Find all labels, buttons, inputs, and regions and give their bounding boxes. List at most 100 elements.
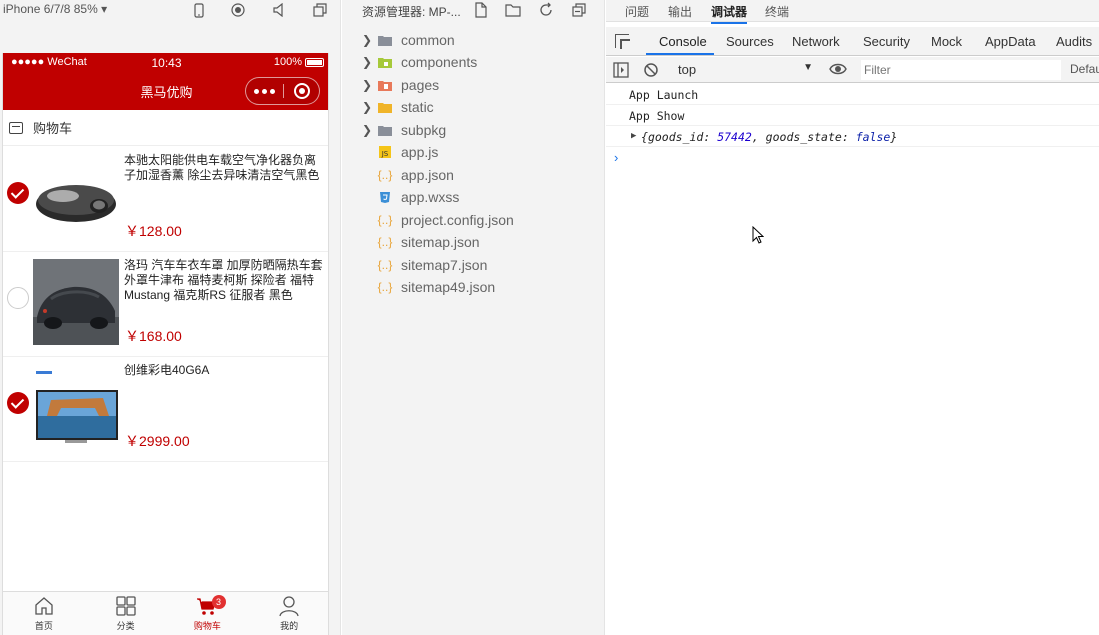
- goods-item[interactable]: 本驰太阳能供电车载空气净化器负离子加湿香薰 除尘去异味清洁空气黑色 ￥128.0…: [3, 147, 328, 252]
- file-app-js[interactable]: JS app.js: [342, 141, 604, 163]
- json-file-icon: {..}: [377, 168, 393, 182]
- tree-label: project.config.json: [401, 212, 514, 228]
- pages-folder-icon: [378, 79, 392, 91]
- chevron-right-icon: ❯: [362, 55, 373, 69]
- tree-label: sitemap7.json: [401, 257, 488, 273]
- chevron-right-icon: ❯: [362, 78, 373, 92]
- folder-icon: [378, 34, 392, 46]
- filter-input[interactable]: [861, 60, 1061, 80]
- goods-price: ￥128.00: [125, 223, 182, 239]
- tab-terminal[interactable]: 终端: [765, 3, 789, 20]
- goods-image-car-cover[interactable]: [33, 259, 119, 345]
- folder-subpkg[interactable]: ❯ subpkg: [342, 119, 604, 141]
- goods-name: 本驰太阳能供电车载空气净化器负离子加湿香薰 除尘去异味清洁空气黑色: [124, 153, 320, 182]
- tab-network[interactable]: Network: [792, 34, 840, 49]
- goods-item[interactable]: 创维彩电40G6A ￥2999.00: [3, 357, 328, 462]
- object-preview[interactable]: {goods_id: 57442, goods_state: false}: [641, 130, 897, 144]
- unchecked-radio-icon[interactable]: [7, 287, 29, 309]
- refresh-icon[interactable]: [538, 2, 554, 18]
- devtools-panel-tabs: Console Sources Network Security Mock Ap…: [606, 27, 1099, 56]
- navigation-bar: ●●●●● WeChat 10:43 100% 黑马优购: [3, 53, 328, 110]
- checked-radio-icon[interactable]: [7, 392, 29, 414]
- file-sitemap7[interactable]: {..} sitemap7.json: [342, 254, 604, 276]
- console-object-message[interactable]: ▶ {goods_id: 57442, goods_state: false}: [606, 126, 1099, 147]
- folder-static[interactable]: ❯ static: [342, 96, 604, 118]
- expand-arrow-icon[interactable]: ▶: [631, 131, 636, 141]
- tab-output[interactable]: 输出: [668, 3, 692, 20]
- cart-badge: 3: [211, 595, 226, 609]
- json-file-icon: {..}: [377, 235, 393, 249]
- eye-icon[interactable]: [829, 62, 847, 79]
- tab-category[interactable]: 分类: [85, 592, 167, 635]
- tree-label: static: [401, 99, 434, 115]
- folder-components[interactable]: ❯ components: [342, 51, 604, 73]
- console-toolbar: top ▼ Default levels: [606, 57, 1099, 83]
- tree-label: pages: [401, 77, 440, 93]
- log-text: App Show: [629, 109, 685, 123]
- file-project-config[interactable]: {..} project.config.json: [342, 209, 604, 231]
- chevron-right-icon: ❯: [362, 33, 373, 47]
- tab-label: 我的: [280, 621, 299, 631]
- tab-security[interactable]: Security: [863, 34, 910, 49]
- speaker-icon[interactable]: [270, 1, 288, 19]
- simulator-toolbar: iPhone 6/7/8 85% ▾: [0, 0, 341, 22]
- file-sitemap[interactable]: {..} sitemap.json: [342, 231, 604, 253]
- battery-text: 100%: [273, 56, 302, 68]
- tab-appdata[interactable]: AppData: [985, 34, 1036, 49]
- goods-image-air-purifier[interactable]: [33, 154, 119, 240]
- tab-sources[interactable]: Sources: [726, 34, 774, 49]
- context-value: top: [678, 62, 697, 77]
- tab-label: 首页: [34, 621, 53, 631]
- collapse-all-icon[interactable]: [571, 2, 587, 18]
- tab-mock[interactable]: Mock: [931, 34, 962, 49]
- mouse-cursor-icon: [752, 225, 765, 249]
- explorer-header: 资源管理器: MP-...: [342, 0, 604, 22]
- active-tab-indicator: [646, 53, 714, 55]
- goods-item[interactable]: 洛玛 汽车车衣车罩 加厚防晒隔热车套外罩牛津布 福特麦柯斯 探险者 福特Must…: [3, 252, 328, 357]
- file-sitemap49[interactable]: {..} sitemap49.json: [342, 276, 604, 298]
- static-folder-icon: [378, 101, 392, 113]
- log-levels-dropdown[interactable]: Default levels: [1070, 62, 1099, 76]
- file-app-wxss[interactable]: app.wxss: [342, 186, 604, 208]
- device-selector[interactable]: iPhone 6/7/8 85% ▾: [3, 2, 107, 16]
- json-file-icon: {..}: [377, 280, 393, 294]
- tree-label: common: [401, 32, 455, 48]
- phone-screen: ●●●●● WeChat 10:43 100% 黑马优购 购物车 本驰太阳能供电…: [2, 53, 329, 635]
- goods-image-tv[interactable]: [33, 364, 119, 450]
- tab-home[interactable]: 首页: [3, 592, 85, 635]
- tab-console[interactable]: Console: [659, 34, 707, 49]
- tab-debugger[interactable]: 调试器: [711, 3, 748, 24]
- explorer-title: 资源管理器: MP-...: [362, 5, 461, 19]
- js-file-icon: JS: [378, 146, 392, 158]
- new-folder-icon[interactable]: [505, 2, 521, 18]
- tree-label: app.js: [401, 144, 439, 160]
- log-text: App Launch: [629, 88, 699, 102]
- folder-common[interactable]: ❯ common: [342, 29, 604, 51]
- tree-label: sitemap.json: [401, 234, 480, 250]
- new-file-icon[interactable]: [473, 2, 489, 18]
- tab-mine[interactable]: 我的: [248, 592, 328, 635]
- file-app-json[interactable]: {..} app.json: [342, 164, 604, 186]
- folder-pages[interactable]: ❯ pages: [342, 74, 604, 96]
- more-dots-icon[interactable]: [246, 78, 283, 104]
- battery-icon: [305, 58, 324, 67]
- checked-radio-icon[interactable]: [7, 182, 29, 204]
- tree-label: sitemap49.json: [401, 279, 496, 295]
- window-icon[interactable]: [311, 1, 329, 19]
- tab-problems[interactable]: 问题: [625, 3, 649, 20]
- capsule-menu: [245, 77, 320, 105]
- goods-name: 创维彩电40G6A: [124, 363, 210, 377]
- components-folder-icon: [378, 56, 392, 68]
- context-selector[interactable]: top ▼: [673, 60, 813, 79]
- sidebar-toggle-icon[interactable]: [613, 62, 629, 81]
- record-icon[interactable]: [229, 1, 247, 19]
- phone-icon[interactable]: [190, 1, 208, 19]
- clear-console-icon[interactable]: [643, 62, 659, 81]
- tab-cart[interactable]: 购物车 3: [167, 592, 249, 635]
- console-prompt-icon[interactable]: ›: [614, 150, 618, 165]
- tab-bar: 首页 分类 购物车 3 我的: [3, 591, 328, 635]
- inspect-element-icon[interactable]: [615, 34, 629, 48]
- tab-audits[interactable]: Audits: [1056, 34, 1092, 49]
- folder-icon: [378, 124, 392, 136]
- close-circle-icon[interactable]: [294, 83, 310, 99]
